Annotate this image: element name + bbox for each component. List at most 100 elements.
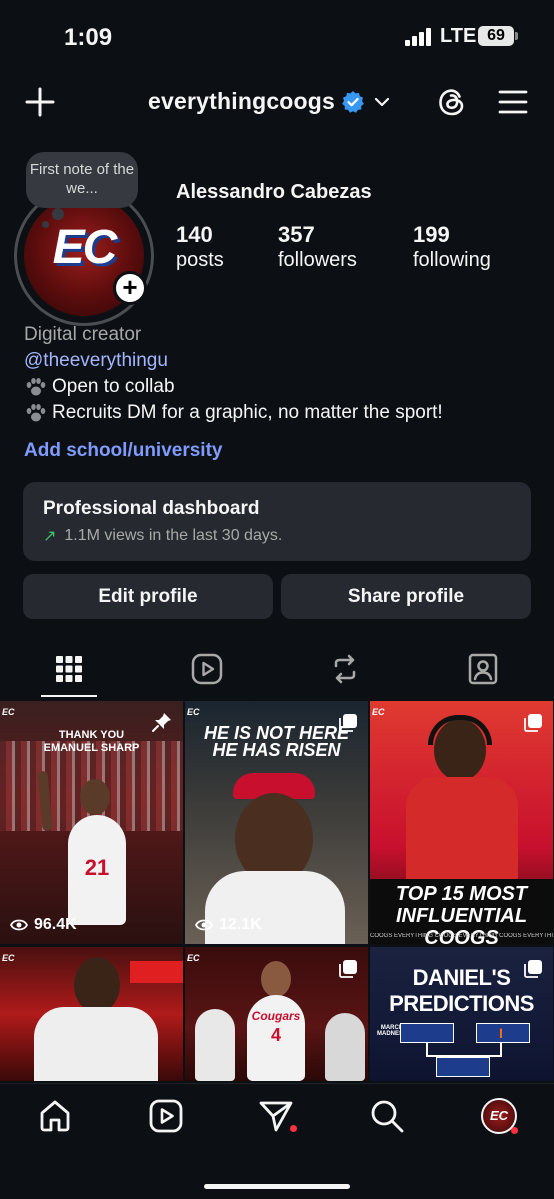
- dashboard-title: Professional dashboard: [43, 498, 260, 519]
- menu-icon[interactable]: [497, 88, 529, 116]
- multiple-images-icon: [524, 960, 542, 978]
- verified-badge-icon: [342, 90, 364, 113]
- stat-following-value: 199: [413, 222, 450, 247]
- multiple-images-icon: [339, 714, 357, 732]
- bio-text-collab: Open to collab: [52, 376, 175, 397]
- note-bubble-tail: [52, 208, 64, 220]
- jersey-number: 21: [84, 855, 110, 880]
- bio-text-recruits: Recruits DM for a graphic, no matter the…: [52, 402, 443, 423]
- stat-followers-value: 357: [278, 222, 315, 247]
- account-switcher[interactable]: everythingcoogs: [148, 88, 391, 115]
- messages-notification-dot: [290, 1125, 297, 1132]
- grid-post[interactable]: EC Cougars 4: [185, 947, 368, 1081]
- active-tab-indicator: [41, 695, 97, 697]
- view-count-text: 12.1K: [219, 916, 262, 933]
- bio-line: Recruits DM for a graphic, no matter the…: [24, 400, 443, 426]
- view-count-text: 96.4K: [34, 916, 77, 933]
- full-name: Alessandro Cabezas: [176, 181, 372, 203]
- chevron-down-icon: [374, 97, 390, 106]
- note-bubble-tail-small: [42, 221, 49, 228]
- teammate-jersey: [195, 1009, 235, 1081]
- stat-posts-label: posts: [176, 249, 224, 271]
- stat-posts[interactable]: 140 posts: [176, 222, 224, 272]
- reels-icon[interactable]: [148, 1098, 184, 1134]
- profile-notification-dot: [511, 1127, 518, 1134]
- status-bar: 1:09 LTE 69: [0, 0, 554, 70]
- bio: Digital creator @theeverythingu Open to …: [24, 322, 443, 426]
- player-head: [261, 961, 291, 997]
- carrier-label: LTE: [440, 25, 477, 47]
- professional-dashboard-card[interactable]: Professional dashboard ↗ 1.1M views in t…: [23, 482, 531, 561]
- jersey-text: Cougars: [251, 1009, 301, 1023]
- bracket-lines: [426, 1043, 502, 1057]
- avatar-logo-text: EC: [52, 221, 118, 274]
- posts-grid: EC THANK YOU EMANUEL SHARP 21 96.4K EC H…: [0, 701, 554, 1081]
- share-profile-button[interactable]: Share profile: [281, 574, 531, 619]
- status-time: 1:09: [64, 24, 113, 51]
- bottom-navigation: EC: [0, 1083, 554, 1199]
- stat-followers[interactable]: 357 followers: [278, 222, 357, 272]
- home-indicator: [204, 1184, 350, 1189]
- battery-tip: [515, 32, 518, 40]
- home-icon[interactable]: [37, 1098, 73, 1134]
- grid-post[interactable]: EC TOP 15 MOST INFLUENTIAL COOGS COOGS E…: [370, 701, 553, 944]
- player-head: [80, 779, 110, 815]
- grid-post[interactable]: EC HE IS NOT HERE HE HAS RISEN 12.1K: [185, 701, 368, 944]
- stat-posts-value: 140: [176, 222, 213, 247]
- post-view-count: 96.4K: [10, 916, 77, 934]
- eye-icon: [10, 919, 28, 931]
- edit-profile-button[interactable]: Edit profile: [23, 574, 273, 619]
- ec-watermark: EC: [372, 707, 385, 717]
- dashboard-subtitle-row: ↗ 1.1M views in the last 30 days.: [43, 526, 511, 546]
- stat-followers-label: followers: [278, 249, 357, 271]
- paw-icon: [26, 378, 46, 396]
- player-jersey: 21: [68, 815, 126, 925]
- stat-following-label: following: [413, 249, 491, 271]
- bracket-team-mark: I: [499, 1025, 503, 1041]
- messages-icon[interactable]: [258, 1098, 294, 1134]
- bio-category: Digital creator: [24, 324, 142, 345]
- grid-icon[interactable]: [52, 652, 86, 686]
- bracket-team-slot: I: [476, 1023, 530, 1043]
- teammate-jersey: [325, 1013, 365, 1081]
- signal-icon: [405, 28, 431, 46]
- jersey-number: 4: [270, 1025, 281, 1045]
- player-jersey: Cougars 4: [247, 995, 305, 1081]
- ec-watermark: EC: [187, 953, 200, 963]
- trend-up-icon: ↗: [43, 528, 57, 545]
- add-story-plus-icon[interactable]: +: [113, 271, 147, 305]
- note-bubble[interactable]: First note of the we...: [26, 152, 138, 208]
- content-tabs: [0, 640, 554, 698]
- bracket-team-slot: [400, 1023, 454, 1043]
- ticker-text: COOGS EVERYTHING COOGS EVERYTHING COOGS …: [370, 933, 553, 939]
- reels-icon[interactable]: [190, 652, 224, 686]
- search-icon[interactable]: [369, 1098, 405, 1134]
- player-jersey: [406, 777, 518, 887]
- bracket-team-slot: [436, 1057, 490, 1077]
- headphones: [428, 715, 492, 745]
- grid-post[interactable]: EC THANK YOU EMANUEL SHARP 21 96.4K: [0, 701, 183, 944]
- multiple-images-icon: [339, 960, 357, 978]
- tagged-icon[interactable]: [466, 652, 500, 686]
- grid-post[interactable]: DANIEL'S PREDICTIONS MARCH MADNESS I: [370, 947, 553, 1081]
- profile-header: everythingcoogs: [0, 80, 554, 126]
- username: everythingcoogs: [148, 88, 336, 114]
- reposts-icon[interactable]: [328, 652, 362, 686]
- battery-icon: 69: [478, 26, 514, 46]
- ec-watermark: EC: [2, 707, 15, 717]
- player-jersey: [34, 1007, 158, 1081]
- grid-post[interactable]: EC: [0, 947, 183, 1081]
- stat-following[interactable]: 199 following: [413, 222, 491, 272]
- ec-watermark: EC: [2, 953, 15, 963]
- add-school-link[interactable]: Add school/university: [24, 440, 222, 462]
- post-view-count: 12.1K: [195, 916, 262, 934]
- paw-icon: [26, 404, 46, 422]
- multiple-images-icon: [524, 714, 542, 732]
- threads-icon[interactable]: [435, 85, 469, 119]
- bio-mention-link[interactable]: @theeverythingu: [24, 348, 443, 374]
- banner-shape: [130, 961, 183, 983]
- create-plus-icon[interactable]: [24, 86, 56, 118]
- bio-line: Open to collab: [24, 374, 443, 400]
- ec-watermark: EC: [187, 707, 200, 717]
- player-head: [74, 957, 120, 1013]
